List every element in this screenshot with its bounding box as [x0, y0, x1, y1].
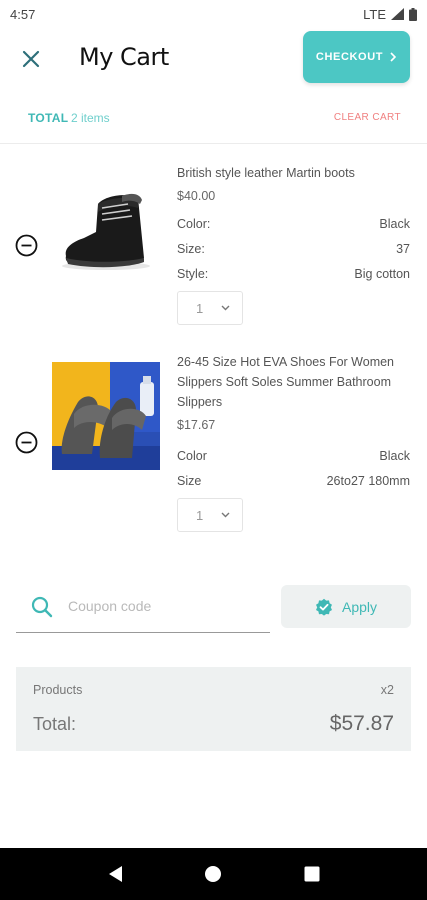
minus-circle-icon	[15, 431, 38, 454]
boot-image	[52, 178, 160, 286]
quantity-select[interactable]: 1	[177, 498, 243, 532]
total-label: TOTAL	[28, 111, 69, 125]
battery-icon	[409, 7, 417, 21]
product-price: $40.00	[177, 189, 216, 203]
close-button[interactable]	[18, 46, 44, 72]
quantity-value: 1	[196, 300, 204, 316]
total-label: Total:	[33, 714, 77, 734]
attribute-row: Color Black	[177, 444, 410, 469]
remove-item-button[interactable]	[15, 431, 38, 454]
coupon-input[interactable]	[68, 593, 258, 619]
home-icon	[205, 866, 222, 882]
attribute-label: Style:	[177, 267, 209, 281]
total-value: $57.87	[329, 712, 394, 735]
product-name[interactable]: British style leather Martin boots	[177, 163, 410, 183]
back-icon	[109, 866, 123, 882]
attribute-label: Color	[177, 449, 207, 463]
clear-cart-button[interactable]: CLEAR CART	[334, 112, 401, 123]
attribute-label: Color:	[177, 217, 211, 231]
products-label: Products	[33, 683, 83, 697]
product-price: $17.67	[177, 418, 216, 432]
item-details: British style leather Martin boots $40.0…	[177, 163, 410, 325]
system-nav-bar	[0, 848, 427, 900]
remove-item-button[interactable]	[15, 234, 38, 257]
items-count: 2 items	[71, 111, 110, 125]
recents-icon	[304, 866, 320, 882]
attribute-row: Size 26to27 180mm	[177, 469, 410, 494]
apply-label: Apply	[341, 598, 378, 615]
order-summary: Products x2 Total: $57.87	[16, 667, 411, 751]
back-button[interactable]	[100, 859, 130, 889]
attribute-value: 26to27 180mm	[326, 474, 410, 488]
app-header: My Cart CHECKOUT	[0, 30, 427, 86]
item-details: 26-45 Size Hot EVA Shoes For Women Slipp…	[177, 352, 410, 532]
attribute-row: Size: 37	[177, 237, 410, 262]
status-time: 4:57	[10, 6, 36, 22]
coupon-field[interactable]	[16, 585, 270, 633]
attribute-label: Size	[177, 474, 202, 488]
quantity-value: 1	[196, 507, 204, 523]
attribute-value: Big cotton	[354, 267, 410, 281]
minus-circle-icon	[15, 234, 38, 257]
product-image-slippers[interactable]	[52, 362, 160, 470]
signal-icon	[391, 8, 404, 20]
recents-button[interactable]	[297, 859, 327, 889]
checkout-button[interactable]: CHECKOUT	[303, 31, 410, 83]
verified-badge-icon	[315, 598, 332, 616]
quantity-select[interactable]: 1	[177, 291, 243, 325]
chevron-down-icon	[221, 512, 230, 518]
product-image-boots[interactable]	[52, 178, 160, 286]
cart-total-row: TOTAL 2 items CLEAR CART	[0, 108, 427, 130]
attribute-row: Style: Big cotton	[177, 262, 410, 287]
network-type: LTE	[363, 6, 386, 22]
slippers-image	[52, 362, 160, 470]
close-icon	[22, 50, 40, 68]
checkout-label: CHECKOUT	[315, 51, 384, 63]
product-name[interactable]: 26-45 Size Hot EVA Shoes For Women Slipp…	[177, 352, 410, 412]
chevron-down-icon	[221, 305, 230, 311]
status-bar: 4:57 LTE	[0, 0, 427, 28]
divider	[0, 143, 427, 144]
page-title: My Cart	[79, 43, 169, 71]
apply-coupon-button[interactable]: Apply	[281, 585, 411, 628]
attribute-value: 37	[396, 242, 410, 256]
status-icons: LTE	[363, 7, 417, 22]
home-button[interactable]	[198, 859, 228, 889]
attribute-row: Color: Black	[177, 212, 410, 237]
products-count: x2	[380, 683, 394, 697]
chevron-right-icon	[390, 52, 397, 62]
attribute-value: Black	[379, 449, 410, 463]
attribute-value: Black	[379, 217, 410, 231]
search-icon	[31, 596, 53, 618]
attribute-label: Size:	[177, 242, 205, 256]
